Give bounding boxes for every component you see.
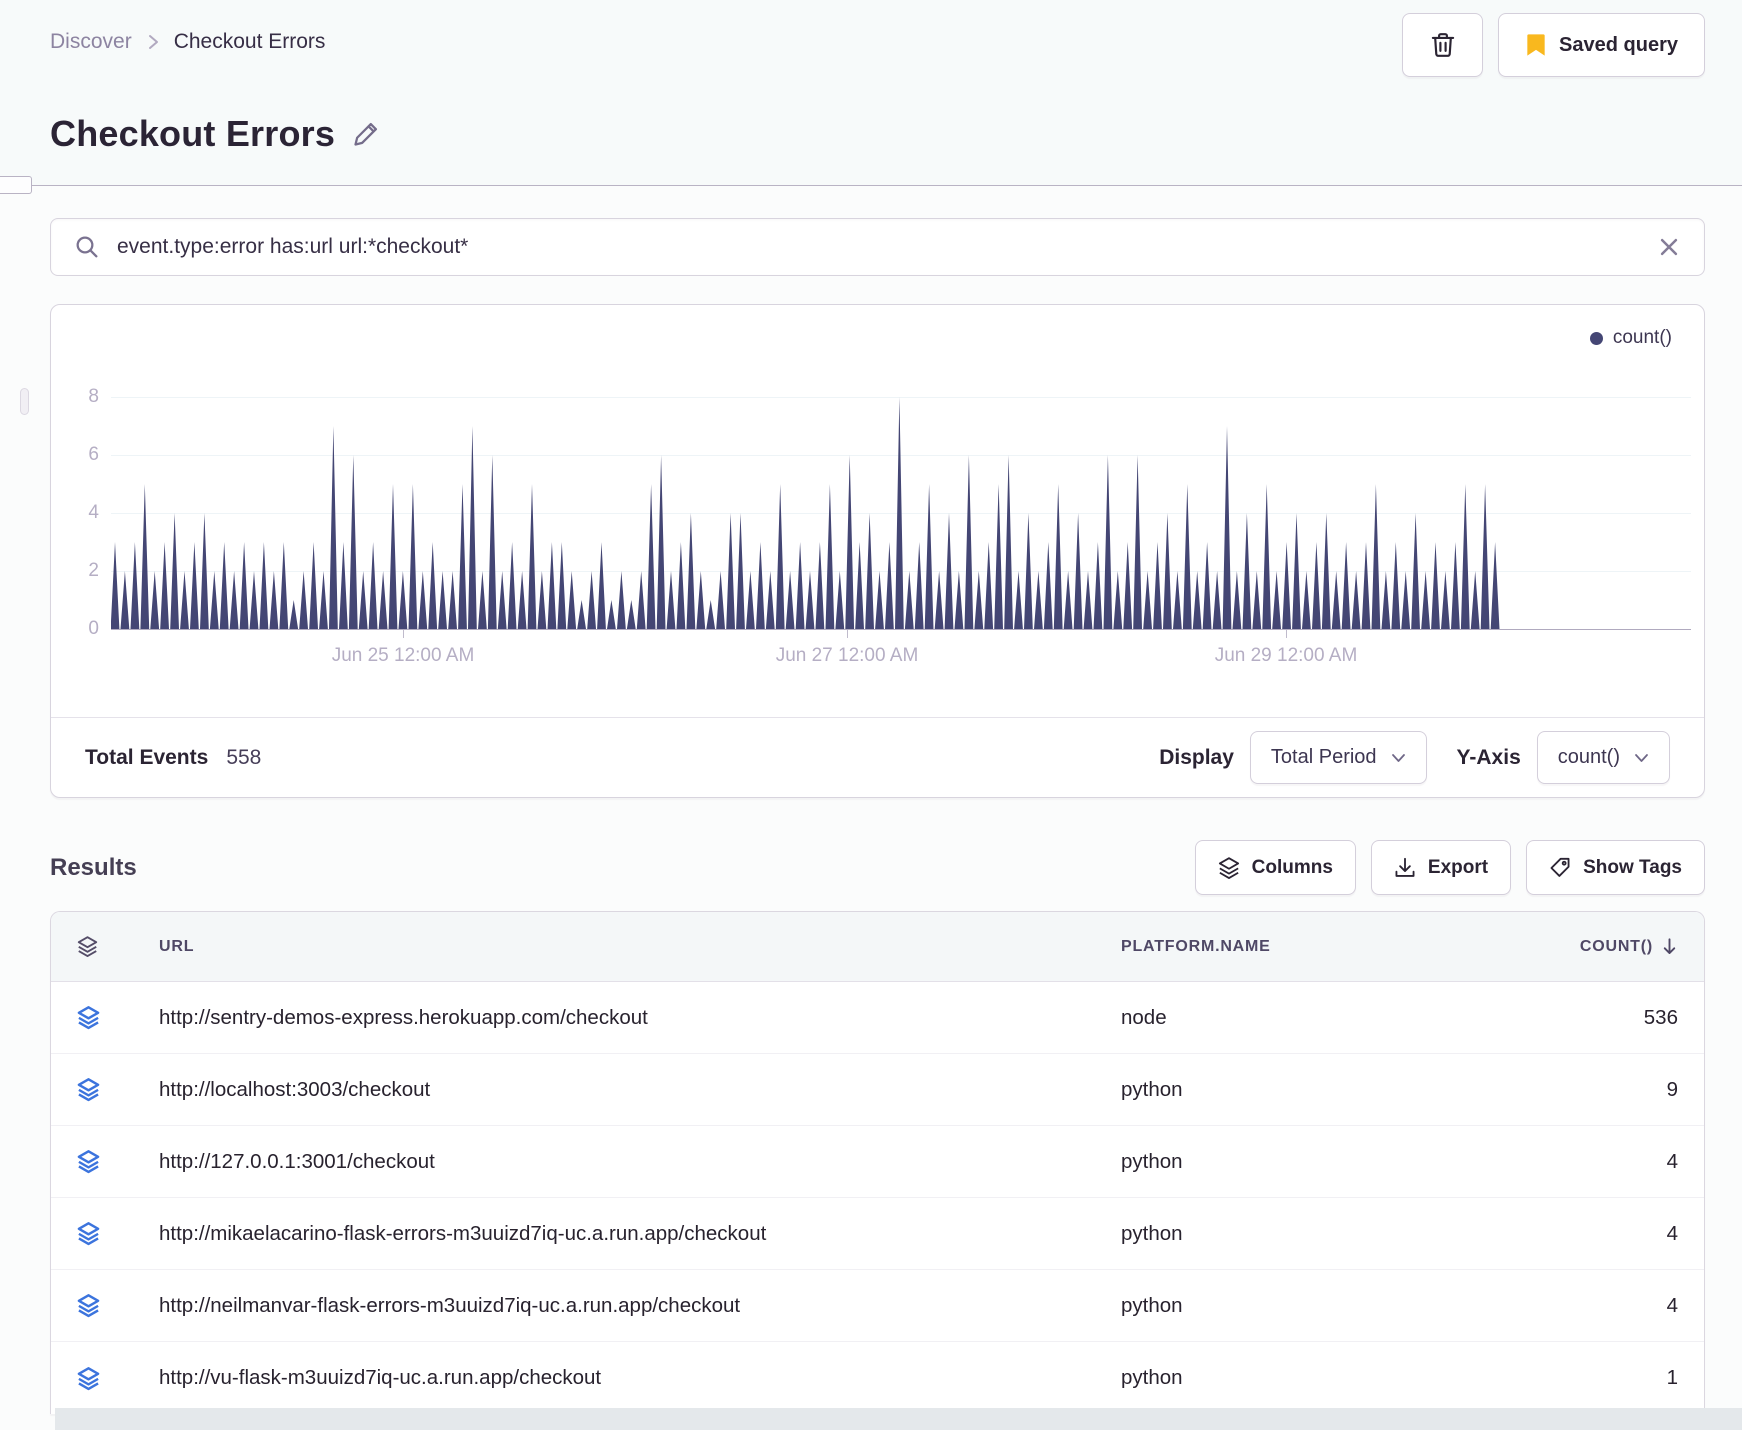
- column-header-count[interactable]: COUNT(): [1521, 937, 1678, 956]
- columns-button[interactable]: Columns: [1194, 840, 1356, 895]
- results-heading: Results: [50, 853, 137, 881]
- export-button[interactable]: Export: [1370, 840, 1512, 895]
- count-header-label: COUNT(): [1579, 937, 1653, 955]
- search-bar[interactable]: [50, 218, 1705, 276]
- yaxis-dropdown[interactable]: count(): [1536, 731, 1670, 784]
- sort-desc-arrow-icon: [1661, 937, 1678, 956]
- yaxis-value: count(): [1557, 746, 1620, 768]
- tag-icon: [1549, 856, 1571, 880]
- columns-stack-icon: [1218, 856, 1240, 880]
- clear-search-icon[interactable]: [1658, 236, 1680, 258]
- table-row[interactable]: http://vu-flask-m3uuizd7iq-uc.a.run.app/…: [51, 1342, 1704, 1414]
- table-row[interactable]: http://127.0.0.1:3001/checkout python 4: [51, 1126, 1704, 1198]
- bottom-strip: [55, 1408, 1742, 1430]
- table-body: http://sentry-demos-express.herokuapp.co…: [51, 982, 1704, 1414]
- chevron-down-icon: [1634, 753, 1649, 763]
- chevron-right-icon: [146, 31, 160, 53]
- display-label: Display: [1159, 745, 1234, 769]
- x-axis-tick: Jun 25 12:00 AM: [331, 645, 475, 666]
- search-icon: [75, 235, 99, 259]
- legend-dot: [1589, 331, 1603, 345]
- x-axis-tick: Jun 27 12:00 AM: [775, 645, 919, 666]
- open-stack-icon[interactable]: [77, 1149, 100, 1174]
- stack-icon: [77, 935, 98, 958]
- total-events-value: 558: [226, 745, 262, 769]
- x-axis-tickmark: [1286, 630, 1287, 638]
- table-row[interactable]: http://localhost:3003/checkout python 9: [51, 1054, 1704, 1126]
- breadcrumb-current: Checkout Errors: [173, 30, 326, 53]
- platform-cell: python: [1121, 1077, 1183, 1101]
- x-axis-tickmark: [847, 630, 848, 638]
- chart-footer: Total Events 558 Display Total Period Y-…: [51, 717, 1704, 797]
- y-axis-tick: 6: [88, 444, 99, 465]
- breadcrumb-discover[interactable]: Discover: [50, 30, 132, 54]
- breadcrumb: Discover Checkout Errors: [50, 30, 325, 54]
- display-value: Total Period: [1270, 746, 1377, 768]
- show-tags-label: Show Tags: [1583, 856, 1682, 878]
- saved-query-label: Saved query: [1559, 33, 1678, 56]
- url-cell: http://127.0.0.1:3001/checkout: [159, 1149, 435, 1173]
- display-dropdown[interactable]: Total Period: [1249, 731, 1427, 784]
- legend-label: count(): [1612, 327, 1672, 348]
- chart-series-area[interactable]: [111, 397, 1691, 629]
- bookmark-icon: [1525, 33, 1547, 57]
- open-stack-icon[interactable]: [77, 1293, 100, 1318]
- total-events-label: Total Events: [85, 745, 209, 769]
- results-table: URL PLATFORM.NAME COUNT() http://sentry-…: [50, 911, 1705, 1414]
- url-cell: http://localhost:3003/checkout: [159, 1077, 431, 1101]
- chart-legend[interactable]: count(): [1589, 327, 1672, 349]
- saved-query-button[interactable]: Saved query: [1498, 13, 1705, 77]
- table-header-row: URL PLATFORM.NAME COUNT(): [51, 912, 1704, 982]
- open-stack-icon[interactable]: [77, 1221, 100, 1246]
- x-axis-tick: Jun 29 12:00 AM: [1214, 645, 1358, 666]
- count-cell: 536: [1643, 1005, 1678, 1029]
- open-stack-icon[interactable]: [77, 1077, 100, 1102]
- chevron-down-icon: [1391, 753, 1406, 763]
- count-cell: 9: [1666, 1077, 1678, 1101]
- url-cell: http://sentry-demos-express.herokuapp.co…: [159, 1005, 648, 1029]
- table-row[interactable]: http://sentry-demos-express.herokuapp.co…: [51, 982, 1704, 1054]
- edit-title-pencil-icon[interactable]: [351, 119, 381, 149]
- page-title: Checkout Errors: [50, 113, 336, 154]
- y-axis-tick: 0: [88, 618, 99, 639]
- header-stack-icon-cell: [77, 935, 141, 958]
- search-input[interactable]: [117, 235, 1640, 259]
- open-stack-icon[interactable]: [77, 1005, 100, 1030]
- url-cell: http://neilmanvar-flask-errors-m3uuizd7i…: [159, 1293, 741, 1317]
- open-stack-icon[interactable]: [77, 1366, 100, 1391]
- count-cell: 1: [1666, 1366, 1678, 1389]
- yaxis-label: Y-Axis: [1456, 745, 1521, 769]
- platform-cell: python: [1121, 1293, 1183, 1317]
- column-header-platform[interactable]: PLATFORM.NAME: [1121, 938, 1521, 956]
- count-cell: 4: [1666, 1149, 1678, 1173]
- show-tags-button[interactable]: Show Tags: [1526, 840, 1705, 895]
- table-row[interactable]: http://neilmanvar-flask-errors-m3uuizd7i…: [51, 1270, 1704, 1342]
- columns-label: Columns: [1251, 856, 1333, 878]
- trash-icon: [1430, 31, 1456, 59]
- y-axis-tick: 8: [88, 386, 99, 407]
- table-row[interactable]: http://mikaelacarino-flask-errors-m3uuiz…: [51, 1198, 1704, 1270]
- count-cell: 4: [1666, 1221, 1678, 1245]
- section-divider: [0, 176, 1742, 194]
- count-cell: 4: [1666, 1293, 1678, 1317]
- y-axis-tick: 2: [88, 560, 99, 581]
- platform-cell: python: [1121, 1149, 1183, 1173]
- sidebar-collapse-handle[interactable]: [0, 176, 32, 194]
- url-cell: http://mikaelacarino-flask-errors-m3uuiz…: [159, 1221, 767, 1245]
- chart-panel: count() 8 6 4 2 0 Jun 25 12:00 AM Jun 27…: [50, 304, 1705, 798]
- drag-handle[interactable]: [20, 388, 29, 415]
- export-label: Export: [1427, 856, 1489, 878]
- page-header: Discover Checkout Errors Saved query Che…: [0, 0, 1742, 185]
- column-header-url[interactable]: URL: [141, 938, 1121, 956]
- y-axis-tick: 4: [88, 502, 99, 523]
- platform-cell: python: [1121, 1221, 1183, 1245]
- export-download-icon: [1394, 856, 1416, 880]
- chart-area: count() 8 6 4 2 0 Jun 25 12:00 AM Jun 27…: [51, 305, 1704, 717]
- delete-query-button[interactable]: [1402, 13, 1484, 77]
- x-axis-tickmark: [403, 630, 404, 638]
- platform-cell: python: [1121, 1366, 1183, 1389]
- platform-cell: node: [1121, 1005, 1167, 1029]
- x-axis-line: [111, 629, 1691, 630]
- url-cell: http://vu-flask-m3uuizd7iq-uc.a.run.app/…: [159, 1366, 602, 1389]
